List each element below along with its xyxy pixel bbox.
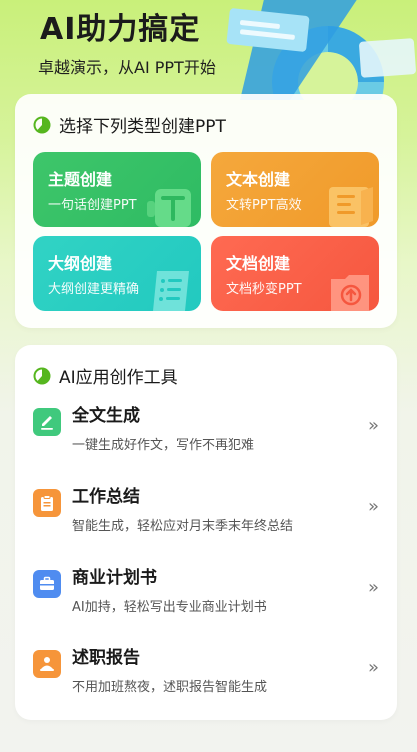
tool-business-plan[interactable]: 商业计划书 AI加持，轻松写出专业商业计划书 »	[15, 563, 397, 623]
tile-outline-create[interactable]: 大纲创建 大纲创建更精确	[33, 236, 201, 311]
tool-duty-report[interactable]: 述职报告 不用加班熬夜，述职报告智能生成 »	[15, 643, 397, 703]
tool-title: 述职报告	[72, 648, 140, 668]
tile-title: 文档创建	[226, 254, 291, 273]
tool-title: 商业计划书	[72, 568, 157, 588]
hero-illustration-icon	[226, 0, 416, 100]
pencil-icon	[33, 408, 61, 436]
page-title: AI助力搞定	[40, 12, 201, 47]
tile-subtitle: 大纲创建更精确	[48, 282, 140, 297]
chevron-right-icon: »	[367, 657, 379, 678]
tool-subtitle: 不用加班熬夜，述职报告智能生成	[72, 680, 268, 695]
tool-subtitle: AI加持，轻松写出专业商业计划书	[72, 600, 267, 615]
scroll-list-icon	[153, 271, 189, 311]
tool-title: 全文生成	[72, 406, 140, 426]
tile-title: 主题创建	[48, 170, 113, 189]
presenter-icon	[33, 650, 61, 678]
tile-document-create[interactable]: 文档创建 文档秒变PPT	[211, 236, 379, 311]
tile-text-create[interactable]: 文本创建 文转PPT高效	[211, 152, 379, 227]
tile-subtitle: 文档秒变PPT	[226, 282, 302, 297]
tool-title: 工作总结	[72, 487, 140, 507]
tool-work-summary[interactable]: 工作总结 智能生成，轻松应对月末季末年终总结 »	[15, 482, 397, 542]
chevron-right-icon: »	[367, 415, 379, 436]
tile-title: 大纲创建	[48, 254, 113, 273]
clipboard-icon	[33, 489, 61, 517]
tile-subtitle: 一句话创建PPT	[48, 198, 137, 213]
ai-tools-section-label: AI应用创作工具	[59, 368, 178, 388]
briefcase-icon	[33, 570, 61, 598]
tile-subtitle: 文转PPT高效	[226, 198, 302, 213]
create-ppt-section-title: 选择下列类型创建PPT	[33, 112, 226, 137]
folder-upload-icon	[331, 275, 369, 311]
tool-subtitle: 一键生成好作文，写作不再犯难	[72, 438, 255, 453]
header: AI助力搞定 卓越演示，从AI PPT开始	[0, 0, 417, 100]
tile-theme-create[interactable]: 主题创建 一句话创建PPT	[33, 152, 201, 227]
pie-chart-icon	[33, 116, 51, 133]
create-ppt-section-label: 选择下列类型创建PPT	[59, 117, 226, 137]
tool-full-text-generate[interactable]: 全文生成 一键生成好作文，写作不再犯难 »	[15, 401, 397, 461]
pie-chart-icon	[33, 367, 51, 384]
create-ppt-card: 选择下列类型创建PPT 主题创建 一句话创建PPT 文本创建 文转PPT高效 大…	[15, 94, 397, 328]
chevron-right-icon: »	[367, 496, 379, 517]
chevron-right-icon: »	[367, 577, 379, 598]
page-subtitle: 卓越演示，从AI PPT开始	[38, 58, 216, 77]
ai-tools-card: AI应用创作工具 全文生成 一键生成好作文，写作不再犯难 » 工作总结 智能生成…	[15, 345, 397, 720]
ai-tools-section-title: AI应用创作工具	[33, 363, 178, 388]
tile-title: 文本创建	[226, 170, 291, 189]
tool-subtitle: 智能生成，轻松应对月末季末年终总结	[72, 519, 294, 534]
document-icon	[329, 187, 373, 227]
text-t-icon	[147, 189, 191, 227]
